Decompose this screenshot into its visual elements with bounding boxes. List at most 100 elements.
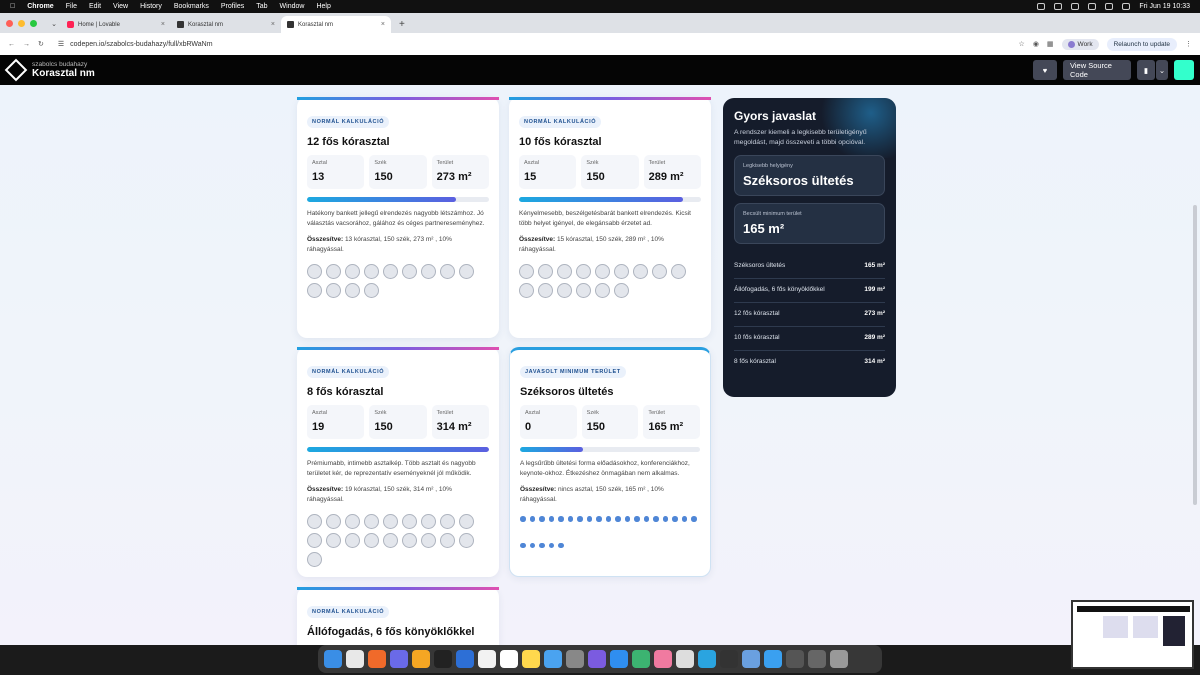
app-icon[interactable] [786, 650, 804, 668]
app-icon[interactable] [676, 650, 694, 668]
forward-arrow-icon[interactable]: → [23, 41, 30, 48]
stat-value: 150 [374, 171, 393, 183]
profile-button[interactable]: Work [1061, 38, 1099, 50]
stat-label: Asztal [524, 160, 539, 166]
search-icon[interactable] [1122, 3, 1131, 10]
menu-app-name[interactable]: Chrome [27, 3, 53, 10]
pen-author[interactable]: szabolcs budahazy [32, 61, 95, 68]
tab-lovable[interactable]: Home | Lovable × [61, 16, 171, 33]
table-visual [307, 514, 483, 567]
table-circle [364, 283, 379, 298]
site-info-icon[interactable]: ☰ [58, 40, 64, 48]
close-tab-icon[interactable]: × [161, 21, 165, 28]
table-circle [383, 533, 398, 548]
new-tab-button[interactable]: + [391, 16, 413, 33]
status-icon[interactable] [1037, 3, 1046, 10]
wifi-icon[interactable] [1088, 3, 1097, 10]
tab-search-icon[interactable]: ⌄ [47, 16, 61, 33]
menu-history[interactable]: History [140, 3, 162, 10]
menu-tab[interactable]: Tab [256, 3, 267, 10]
chair-dot [643, 516, 649, 522]
menu-help[interactable]: Help [316, 3, 330, 10]
menu-window[interactable]: Window [280, 3, 305, 10]
close-window-button[interactable] [6, 19, 13, 27]
menu-file[interactable]: File [66, 3, 77, 10]
reload-icon[interactable]: ↻ [38, 40, 44, 48]
chair-dot [681, 516, 687, 522]
app-icon[interactable] [456, 650, 474, 668]
app-icon[interactable] [588, 650, 606, 668]
card-stats: Asztal 19 Szék 150 Terület 314 m² [307, 405, 489, 439]
calendar-icon[interactable] [500, 650, 518, 668]
more-menu-icon[interactable]: ⋮ [1185, 40, 1192, 48]
chair-dot [662, 516, 668, 522]
page-scrollbar[interactable] [1193, 205, 1197, 505]
battery-icon[interactable] [1105, 3, 1114, 10]
chair-visual-row [520, 542, 700, 548]
menu-bookmarks[interactable]: Bookmarks [174, 3, 209, 10]
chair-dot [520, 516, 526, 522]
maps-icon[interactable] [632, 650, 650, 668]
extensions-puzzle-icon[interactable]: ▦ [1047, 40, 1054, 48]
trash-icon[interactable] [830, 650, 848, 668]
extension-icon[interactable]: ◉ [1033, 40, 1039, 48]
terminal-icon[interactable] [434, 650, 452, 668]
table-circle [519, 264, 534, 279]
menu-view[interactable]: View [113, 3, 128, 10]
tab-korasztal-active[interactable]: Korasztal nm × [281, 16, 391, 33]
telegram-icon[interactable] [698, 650, 716, 668]
table-circle [402, 514, 417, 529]
area-progress-fill [519, 197, 683, 202]
table-circle [614, 283, 629, 298]
close-tab-icon[interactable]: × [381, 21, 385, 28]
app-icon[interactable] [412, 650, 430, 668]
app-store-icon[interactable] [610, 650, 628, 668]
chrome-icon[interactable] [346, 650, 364, 668]
app-icon[interactable] [368, 650, 386, 668]
status-icon[interactable] [1054, 3, 1063, 10]
ranking-value: 314 m² [864, 358, 885, 365]
bookmark-button[interactable]: ▮ [1137, 60, 1155, 80]
thumb-bar [1077, 606, 1190, 612]
safari-icon[interactable] [544, 650, 562, 668]
apple-icon[interactable]:  [10, 3, 15, 10]
bookmark-star-icon[interactable]: ☆ [1019, 40, 1025, 48]
address-bar[interactable]: ☰ codepen.io/szabolcs-budahazy/full/xbRW… [52, 36, 1011, 52]
best-option-box: Legkisebb helyigény Széksoros ültetés [734, 155, 885, 196]
menubar-clock[interactable]: Fri Jun 19 10:33 [1139, 3, 1190, 10]
url-text[interactable]: codepen.io/szabolcs-budahazy/full/xbRWaN… [70, 41, 212, 48]
menu-profiles[interactable]: Profiles [221, 3, 244, 10]
bookmark-dropdown-button[interactable]: ⌄ [1156, 60, 1168, 80]
app-icon[interactable] [390, 650, 408, 668]
chair-dot [520, 542, 526, 548]
tab-korasztal-1[interactable]: Korasztal nm × [171, 16, 281, 33]
status-icon[interactable] [1071, 3, 1080, 10]
area-progress-bar [307, 447, 489, 452]
chair-dot [567, 516, 573, 522]
app-icon[interactable] [742, 650, 760, 668]
notes-icon[interactable] [522, 650, 540, 668]
app-icon[interactable] [808, 650, 826, 668]
app-icon[interactable] [478, 650, 496, 668]
close-tab-icon[interactable]: × [271, 21, 275, 28]
table-circle [421, 533, 436, 548]
maximize-window-button[interactable] [30, 19, 37, 27]
back-arrow-icon[interactable]: ← [8, 41, 15, 48]
view-source-button[interactable]: View Source Code [1063, 60, 1131, 80]
user-avatar[interactable] [1174, 60, 1194, 80]
settings-icon[interactable] [566, 650, 584, 668]
minimize-window-button[interactable] [18, 19, 25, 27]
launchpad-icon[interactable] [720, 650, 738, 668]
codepen-logo-icon[interactable] [4, 58, 28, 82]
chair-dot [605, 516, 611, 522]
screenshot-thumbnail[interactable] [1071, 600, 1194, 669]
macos-menubar:  Chrome File Edit View History Bookmark… [0, 0, 1200, 13]
menu-edit[interactable]: Edit [89, 3, 101, 10]
tab-title: Korasztal nm [188, 21, 224, 28]
heart-button[interactable]: ♥ [1033, 60, 1057, 80]
relaunch-button[interactable]: Relaunch to update [1106, 37, 1177, 51]
finder-icon[interactable] [324, 650, 342, 668]
stat-tables: Asztal 13 [307, 155, 365, 189]
app-icon[interactable] [764, 650, 782, 668]
photos-icon[interactable] [654, 650, 672, 668]
